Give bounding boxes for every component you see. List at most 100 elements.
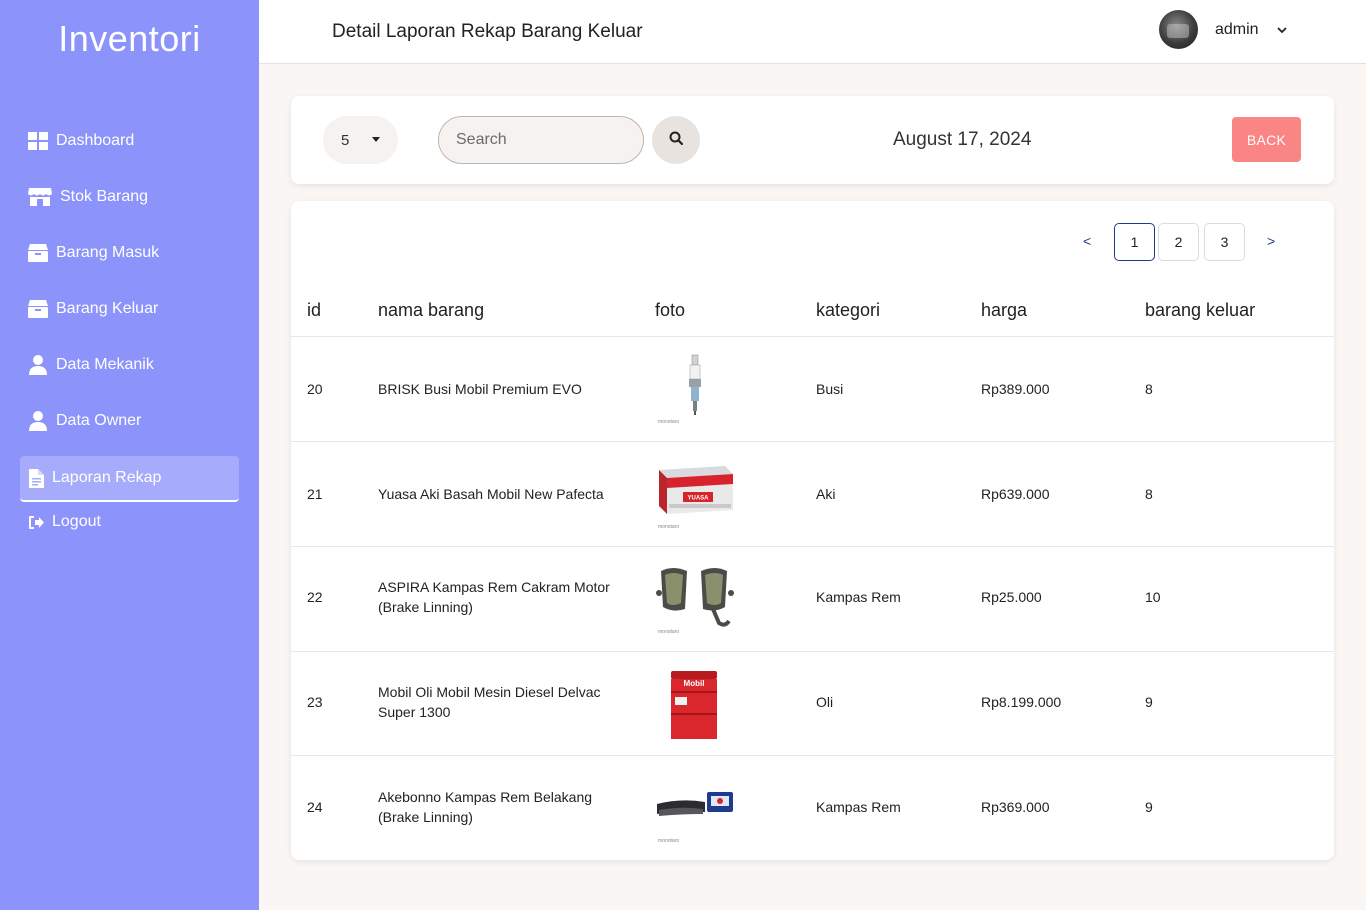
cell-harga: Rp639.000	[981, 486, 1050, 502]
sidebar-item-barang-masuk[interactable]: Barang Masuk	[20, 230, 239, 276]
caret-down-icon	[372, 137, 380, 142]
cell-barang-keluar: 10	[1145, 589, 1161, 605]
cell-kategori: Aki	[816, 486, 836, 502]
watermark-text: monotaro	[658, 524, 680, 530]
pagination-next[interactable]: >	[1267, 233, 1275, 249]
table-row[interactable]: 23 Mobil Oli Mobil Mesin Diesel Delvac S…	[291, 651, 1334, 756]
watermark-text: monotaro	[658, 629, 680, 635]
cell-barang-keluar: 9	[1145, 694, 1153, 710]
cell-id: 22	[307, 589, 323, 605]
table-row[interactable]: 20 BRISK Busi Mobil Premium EVO monotaro…	[291, 337, 1334, 442]
brake-pads-image: monotaro	[655, 563, 735, 635]
cell-kategori: Busi	[816, 381, 844, 397]
cell-nama-line: Akebonno Kampas Rem Belakang	[378, 789, 593, 805]
table-row[interactable]: 24 Akebonno Kampas Rem Belakang (Brake L…	[291, 756, 1334, 861]
page-title: Detail Laporan Rekap Barang Keluar	[332, 21, 643, 42]
search-icon	[669, 131, 684, 150]
per-page-select[interactable]: 5	[323, 116, 398, 164]
avatar[interactable]	[1159, 10, 1198, 49]
cell-barang-keluar: 9	[1145, 799, 1153, 815]
back-button[interactable]: BACK	[1232, 117, 1301, 162]
oil-drum-image: Mobil	[655, 667, 735, 739]
drum-brand-label: Mobil	[684, 679, 705, 688]
file-icon	[28, 468, 44, 488]
cell-kategori: Kampas Rem	[816, 799, 901, 815]
cell-nama-barang: BRISK Busi Mobil Premium EVO	[378, 379, 623, 399]
sidebar: Inventori Dashboard Stok Barang Barang M…	[0, 0, 259, 910]
cell-nama-line: ASPIRA Kampas Rem Cakram Motor	[378, 579, 610, 595]
cell-nama-barang: Mobil Oli Mobil Mesin Diesel Delvac Supe…	[378, 682, 623, 722]
column-header-barang-keluar: barang keluar	[1145, 300, 1256, 320]
battery-brand-label: YUASA	[687, 496, 709, 502]
brake-shoe-image: monotaro	[655, 772, 735, 844]
sidebar-item-label: Data Owner	[56, 412, 142, 429]
box-icon	[28, 243, 48, 263]
cell-nama-barang: ASPIRA Kampas Rem Cakram Motor (Brake Li…	[378, 577, 623, 617]
per-page-value: 5	[341, 131, 350, 149]
report-table: < 1 2 3 > id nama barang foto kategori h…	[291, 201, 1334, 860]
dashboard-icon	[28, 131, 48, 151]
pagination-page-3[interactable]: 3	[1204, 223, 1245, 261]
cell-id: 24	[307, 799, 323, 815]
cell-nama-barang: Akebonno Kampas Rem Belakang (Brake Linn…	[378, 787, 623, 827]
sidebar-item-stok-barang[interactable]: Stok Barang	[20, 174, 239, 220]
sidebar-item-label: Stok Barang	[60, 188, 149, 205]
watermark-text: monotaro	[658, 838, 680, 844]
user-icon	[28, 411, 48, 431]
logout-icon	[28, 512, 44, 532]
sidebar-item-label: Barang Keluar	[56, 300, 159, 317]
cell-nama-barang: Yuasa Aki Basah Mobil New Pafecta	[378, 484, 623, 504]
cell-harga: Rp8.199.000	[981, 694, 1062, 710]
cell-nama-line: (Brake Linning)	[378, 809, 473, 825]
pagination-page-2[interactable]: 2	[1158, 223, 1199, 261]
brand-logo: Inventori	[58, 18, 201, 59]
filter-bar: 5 August 17, 2024 BACK	[291, 96, 1334, 184]
cell-nama-line: BRISK Busi Mobil Premium EVO	[378, 381, 582, 397]
search-button[interactable]	[652, 116, 700, 164]
sidebar-item-label: Laporan Rekap	[52, 469, 162, 486]
table-row[interactable]: 21 Yuasa Aki Basah Mobil New Pafecta YUA…	[291, 442, 1334, 547]
sidebar-item-data-mekanik[interactable]: Data Mekanik	[20, 342, 239, 388]
store-icon	[28, 187, 52, 207]
cell-nama-line: Mobil Oli Mobil Mesin Diesel Delvac	[378, 684, 601, 700]
sidebar-item-label: Barang Masuk	[56, 244, 160, 261]
user-menu[interactable]: admin	[1159, 10, 1287, 49]
sidebar-item-label: Data Mekanik	[56, 356, 154, 373]
box-icon	[28, 299, 48, 319]
column-header-harga: harga	[981, 300, 1028, 320]
cell-harga: Rp25.000	[981, 589, 1042, 605]
cell-barang-keluar: 8	[1145, 381, 1153, 397]
column-header-foto: foto	[655, 300, 686, 320]
user-icon	[28, 355, 48, 375]
cell-kategori: Kampas Rem	[816, 589, 901, 605]
sidebar-item-dashboard[interactable]: Dashboard	[20, 118, 239, 164]
search-input[interactable]	[438, 116, 644, 164]
cell-id: 20	[307, 381, 323, 397]
column-header-id: id	[307, 300, 322, 320]
table-row[interactable]: 22 ASPIRA Kampas Rem Cakram Motor (Brake…	[291, 547, 1334, 652]
watermark-text: monotaro	[658, 419, 680, 425]
sidebar-item-label: Logout	[52, 513, 101, 530]
chevron-down-icon[interactable]	[1276, 23, 1287, 37]
cell-nama-line: Super 1300	[378, 704, 451, 720]
column-header-kategori: kategori	[816, 300, 881, 320]
cell-id: 23	[307, 694, 323, 710]
pagination-prev[interactable]: <	[1083, 233, 1091, 249]
cell-barang-keluar: 8	[1145, 486, 1153, 502]
cell-id: 21	[307, 486, 323, 502]
cell-harga: Rp389.000	[981, 381, 1050, 397]
column-header-nama-barang: nama barang	[378, 300, 485, 320]
user-name: admin	[1215, 20, 1259, 38]
topbar: Detail Laporan Rekap Barang Keluar admin	[259, 0, 1366, 64]
cell-kategori: Oli	[816, 694, 834, 710]
sidebar-item-data-owner[interactable]: Data Owner	[20, 398, 239, 444]
pagination-page-1[interactable]: 1	[1114, 223, 1155, 261]
cell-nama-line: (Brake Linning)	[378, 599, 473, 615]
sidebar-item-laporan-rekap[interactable]: Laporan Rekap	[20, 456, 239, 502]
car-battery-image: YUASA monotaro	[655, 458, 735, 530]
sidebar-item-barang-keluar[interactable]: Barang Keluar	[20, 286, 239, 332]
sidebar-item-label: Dashboard	[56, 132, 135, 149]
report-date: August 17, 2024	[893, 129, 1032, 150]
logout-button[interactable]: Logout	[20, 507, 239, 537]
cell-harga: Rp369.000	[981, 799, 1050, 815]
